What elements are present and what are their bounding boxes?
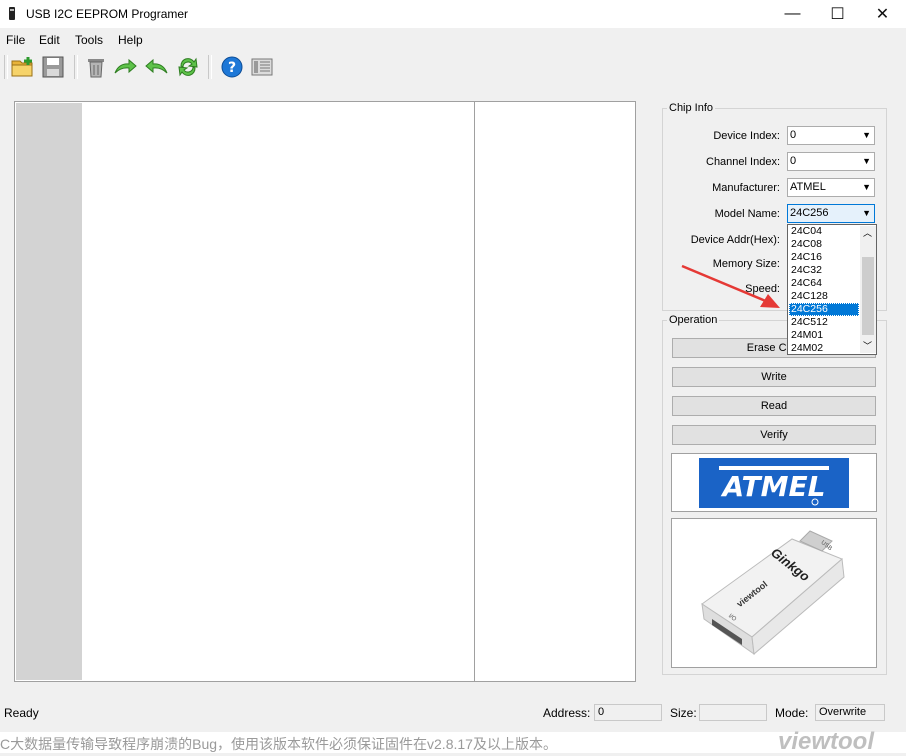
chevron-down-icon: ▼ (862, 156, 871, 166)
device-index-select[interactable]: 0 ▼ (787, 126, 875, 145)
annotation-arrow-icon (681, 264, 780, 308)
menu-file[interactable]: File (6, 33, 25, 47)
open-folder-icon[interactable] (10, 54, 36, 80)
device-index-value: 0 (790, 129, 797, 141)
help-icon[interactable]: ? (219, 54, 245, 80)
chevron-down-icon: ▼ (862, 208, 871, 218)
forward-arrow-icon[interactable] (112, 54, 138, 80)
notice-banner: C大数据量传输导致程序崩溃的Bug，使用该版本软件必须保证固件在v2.8.17及… (0, 728, 906, 755)
maximize-button[interactable]: ☐ (815, 0, 860, 28)
trash-icon[interactable] (83, 54, 109, 80)
calculator-icon[interactable] (249, 54, 275, 80)
size-field (699, 704, 767, 721)
device-index-label: Device Index: (713, 130, 780, 142)
model-name-select[interactable]: 24C256 ▼ (787, 204, 875, 223)
window-title: USB I2C EEPROM Programer (26, 7, 189, 21)
chevron-down-icon: ▼ (862, 182, 871, 192)
scroll-down-icon[interactable]: ﹀ (863, 339, 872, 352)
chevron-down-icon: ▼ (862, 130, 871, 140)
device-addr-label: Device Addr(Hex): (690, 234, 780, 246)
menu-edit[interactable]: Edit (39, 33, 60, 47)
close-button[interactable]: ✕ (860, 0, 905, 28)
verify-button[interactable]: Verify (672, 425, 876, 445)
refresh-icon[interactable] (175, 54, 201, 80)
save-icon[interactable] (40, 54, 66, 80)
hex-editor[interactable] (14, 101, 636, 682)
menu-bar: File Edit Tools Help (0, 30, 906, 50)
model-option-24c04[interactable]: 24C04 (789, 225, 859, 238)
model-name-dropdown-list[interactable]: 24C04 24C08 24C16 24C32 24C64 24C128 24C… (787, 224, 877, 355)
toolbar-separator (74, 55, 78, 79)
device-image-panel: Ginkgo viewtool USB I/O (671, 518, 877, 668)
manufacturer-logo-panel: ATMEL (671, 453, 877, 512)
menu-help[interactable]: Help (118, 33, 143, 47)
ascii-divider (474, 102, 475, 681)
ginkgo-device-image (701, 530, 845, 656)
model-option-24c32[interactable]: 24C32 (789, 264, 859, 277)
write-button[interactable]: Write (672, 367, 876, 387)
title-bar: USB I2C EEPROM Programer — ☐ ✕ (0, 0, 906, 28)
manufacturer-label: Manufacturer: (712, 182, 780, 194)
atmel-logo-text: ATMEL (721, 470, 826, 503)
channel-index-label: Channel Index: (706, 156, 780, 168)
model-option-24c16[interactable]: 24C16 (789, 251, 859, 264)
minimize-button[interactable]: — (770, 0, 815, 28)
mode-field: Overwrite (815, 704, 885, 721)
viewtool-watermark: viewtool (778, 728, 875, 755)
size-label: Size: (670, 706, 697, 720)
svg-text:?: ? (228, 60, 236, 76)
atmel-logo: ATMEL (699, 458, 849, 508)
model-option-24c64[interactable]: 24C64 (789, 277, 859, 290)
channel-index-select[interactable]: 0 ▼ (787, 152, 875, 171)
manufacturer-value: ATMEL (790, 181, 826, 193)
model-option-24c128[interactable]: 24C128 (789, 290, 859, 303)
mode-label: Mode: (775, 706, 809, 720)
app-icon (9, 7, 15, 20)
menu-tools[interactable]: Tools (75, 33, 103, 47)
model-option-24c08[interactable]: 24C08 (789, 238, 859, 251)
toolbar-separator (4, 55, 8, 79)
scroll-up-icon[interactable]: ︿ (863, 226, 872, 239)
model-name-label: Model Name: (714, 208, 780, 220)
toolbar: ? (0, 52, 906, 83)
model-option-24c256[interactable]: 24C256 (789, 303, 859, 316)
dropdown-scroll-thumb[interactable] (862, 257, 874, 335)
model-option-24m02[interactable]: 24M02 (789, 342, 859, 354)
read-button[interactable]: Read (672, 396, 876, 416)
address-gutter (16, 103, 82, 680)
chip-info-title: Chip Info (667, 102, 716, 114)
status-text: Ready (4, 706, 39, 720)
address-field: 0 (594, 704, 662, 721)
channel-index-value: 0 (790, 155, 797, 167)
toolbar-separator (208, 55, 212, 79)
model-option-24c512[interactable]: 24C512 (789, 316, 859, 329)
model-name-value: 24C256 (790, 207, 829, 219)
manufacturer-select[interactable]: ATMEL ▼ (787, 178, 875, 197)
notice-text: C大数据量传输导致程序崩溃的Bug，使用该版本软件必须保证固件在v2.8.17及… (0, 736, 557, 752)
status-bar: Ready Address: 0 Size: Mode: Overwrite (0, 700, 906, 728)
model-option-24m01[interactable]: 24M01 (789, 329, 859, 342)
address-label: Address: (543, 706, 591, 720)
back-arrow-icon[interactable] (144, 54, 170, 80)
